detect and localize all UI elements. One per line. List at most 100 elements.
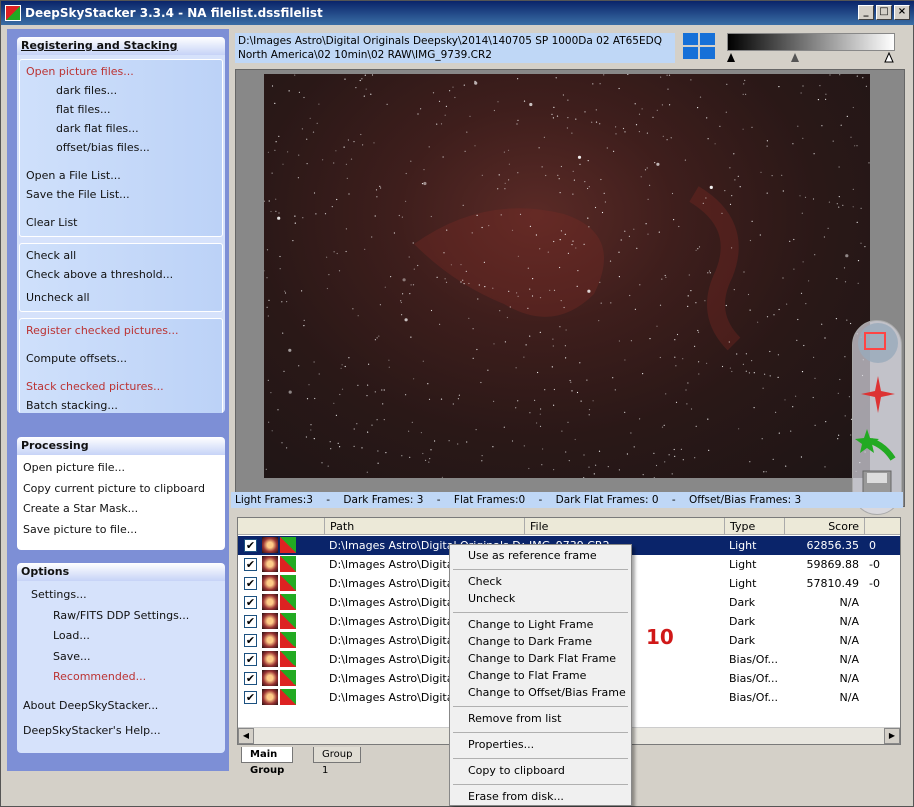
- row-checkbox[interactable]: ✔: [244, 596, 257, 609]
- registering-panel: Registering and Stacking Open picture fi…: [17, 37, 225, 413]
- recommended-settings[interactable]: Recommended...: [17, 667, 225, 688]
- compute-offsets[interactable]: Compute offsets...: [20, 349, 222, 368]
- check-above-threshold[interactable]: Check above a threshold...: [20, 265, 222, 284]
- thumbnail-icon: [262, 670, 278, 686]
- image-toolbar: [852, 320, 902, 515]
- open-picture-files[interactable]: Open picture files...: [20, 62, 222, 81]
- col-file[interactable]: File: [524, 518, 724, 535]
- cell-extra: -0: [869, 558, 880, 571]
- row-checkbox[interactable]: ✔: [244, 615, 257, 628]
- file-group: Open picture files... dark files... flat…: [19, 59, 223, 237]
- thumbnail-icon: [262, 651, 278, 667]
- row-checkbox[interactable]: ✔: [244, 539, 257, 552]
- menu-check[interactable]: Check: [468, 573, 502, 590]
- row-checkbox[interactable]: ✔: [244, 577, 257, 590]
- windows-logo-icon[interactable]: [683, 33, 717, 61]
- minimize-button[interactable]: _: [858, 5, 874, 20]
- clear-list[interactable]: Clear List: [20, 213, 222, 232]
- row-checkbox[interactable]: ✔: [244, 672, 257, 685]
- gradient-sliders[interactable]: [727, 51, 895, 63]
- processing-header[interactable]: Processing: [17, 437, 225, 455]
- col-type[interactable]: Type: [724, 518, 784, 535]
- cell-extra: -0: [869, 577, 880, 590]
- open-dark-files[interactable]: dark files...: [20, 81, 222, 100]
- save-settings[interactable]: Save...: [17, 647, 225, 668]
- menu-properties[interactable]: Properties...: [468, 736, 534, 753]
- cell-type: Dark: [729, 615, 756, 628]
- save-file-list[interactable]: Save the File List...: [20, 185, 222, 204]
- row-checkbox[interactable]: ✔: [244, 634, 257, 647]
- scroll-right-icon[interactable]: ▶: [884, 728, 900, 744]
- open-picture-file[interactable]: Open picture file...: [17, 458, 225, 479]
- tab-main-group[interactable]: Main Group: [241, 747, 294, 776]
- open-offset-bias-files[interactable]: offset/bias files...: [20, 138, 222, 157]
- close-button[interactable]: ×: [894, 5, 910, 20]
- thumbnail-icon: [262, 689, 278, 705]
- cell-score: N/A: [839, 672, 859, 685]
- menu-copy-to-clipboard[interactable]: Copy to clipboard: [468, 762, 565, 779]
- frame-counts: Light Frames:3 - Dark Frames: 3 - Flat F…: [231, 492, 903, 508]
- window-title: DeepSkyStacker 3.3.4 - NA filelist.dssfi…: [25, 6, 323, 20]
- maximize-button[interactable]: □: [876, 5, 892, 20]
- row-checkbox[interactable]: ✔: [244, 691, 257, 704]
- cell-score: 59869.88: [806, 558, 860, 571]
- cell-score: N/A: [839, 653, 859, 666]
- color-channel-icon: [280, 537, 296, 553]
- batch-stacking[interactable]: Batch stacking...: [20, 396, 222, 413]
- menu-erase-from-disk[interactable]: Erase from disk...: [468, 788, 564, 805]
- color-channel-icon: [280, 575, 296, 591]
- check-all[interactable]: Check all: [20, 246, 222, 265]
- histogram-gradient[interactable]: [727, 33, 895, 51]
- cell-type: Bias/Of...: [729, 653, 779, 666]
- create-star-mask[interactable]: Create a Star Mask...: [17, 499, 225, 520]
- menu-change-light[interactable]: Change to Light Frame: [468, 616, 593, 633]
- col-path[interactable]: Path: [324, 518, 524, 535]
- open-dark-flat-files[interactable]: dark flat files...: [20, 119, 222, 138]
- cell-type: Dark: [729, 634, 756, 647]
- options-header[interactable]: Options: [17, 563, 225, 581]
- row-checkbox[interactable]: ✔: [244, 558, 257, 571]
- comet-icon[interactable]: [855, 429, 896, 461]
- cell-type: Light: [729, 558, 757, 571]
- tab-group-1[interactable]: Group 1: [313, 747, 362, 776]
- image-path: D:\Images Astro\Digital Originals Deepsk…: [235, 33, 675, 63]
- about[interactable]: About DeepSkyStacker...: [17, 696, 225, 721]
- app-icon: [5, 5, 21, 21]
- cell-type: Dark: [729, 596, 756, 609]
- copy-to-clipboard[interactable]: Copy current picture to clipboard: [17, 479, 225, 500]
- row-checkbox[interactable]: ✔: [244, 653, 257, 666]
- uncheck-all[interactable]: Uncheck all: [20, 288, 222, 307]
- open-file-list[interactable]: Open a File List...: [20, 166, 222, 185]
- cell-score: N/A: [839, 596, 859, 609]
- processing-panel: Processing Open picture file... Copy cur…: [17, 437, 225, 550]
- options-panel: Options Settings... Raw/FITS DDP Setting…: [17, 563, 225, 753]
- menu-change-dark-flat[interactable]: Change to Dark Flat Frame: [468, 650, 616, 667]
- check-group: Check all Check above a threshold... Unc…: [19, 243, 223, 312]
- cell-type: Bias/Of...: [729, 672, 779, 685]
- save-picture-to-file[interactable]: Save picture to file...: [17, 520, 225, 541]
- select-rect-icon[interactable]: [858, 323, 898, 363]
- open-flat-files[interactable]: flat files...: [20, 100, 222, 119]
- col-score[interactable]: Score: [784, 518, 864, 535]
- raw-fits-settings[interactable]: Raw/FITS DDP Settings...: [17, 606, 225, 627]
- menu-change-offset-bias[interactable]: Change to Offset/Bias Frame: [468, 684, 626, 701]
- context-menu: Use as reference frame Check Uncheck Cha…: [449, 544, 632, 806]
- star-cross-icon[interactable]: [861, 376, 895, 413]
- settings[interactable]: Settings...: [17, 585, 225, 606]
- stack-checked[interactable]: Stack checked pictures...: [20, 377, 222, 396]
- menu-change-dark[interactable]: Change to Dark Frame: [468, 633, 592, 650]
- cell-extra: 0: [869, 539, 876, 552]
- registering-header[interactable]: Registering and Stacking: [17, 37, 225, 55]
- help[interactable]: DeepSkyStacker's Help...: [17, 721, 225, 741]
- col-extra[interactable]: [864, 518, 904, 535]
- scroll-left-icon[interactable]: ◀: [238, 728, 254, 744]
- image-viewer[interactable]: [235, 69, 905, 515]
- load-settings[interactable]: Load...: [17, 626, 225, 647]
- menu-remove-from-list[interactable]: Remove from list: [468, 710, 561, 727]
- menu-uncheck[interactable]: Uncheck: [468, 590, 515, 607]
- menu-change-flat[interactable]: Change to Flat Frame: [468, 667, 586, 684]
- color-channel-icon: [280, 613, 296, 629]
- color-channel-icon: [280, 556, 296, 572]
- register-checked[interactable]: Register checked pictures...: [20, 321, 222, 340]
- menu-use-as-reference[interactable]: Use as reference frame: [468, 547, 597, 564]
